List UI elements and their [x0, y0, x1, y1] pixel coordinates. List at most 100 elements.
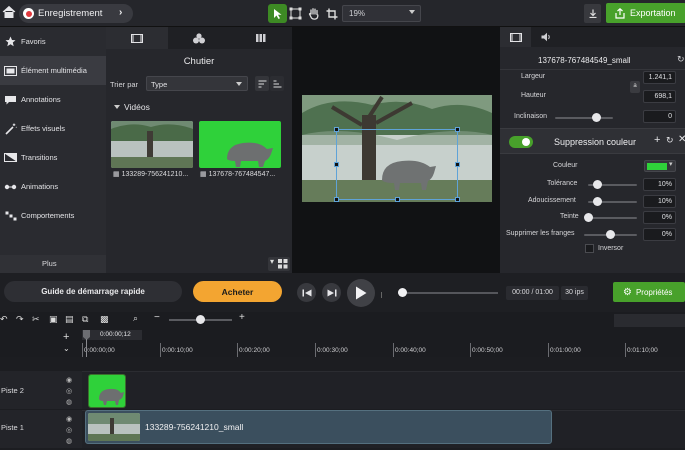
zoom-in-icon[interactable]: +	[239, 312, 245, 323]
chevron-down-icon[interactable]: ⌄	[63, 344, 70, 353]
buy-button[interactable]: Acheter	[193, 281, 282, 302]
sort-select[interactable]: Type	[146, 76, 248, 91]
ruler-tick-label: 0:00:00;00	[84, 347, 115, 354]
reset-icon[interactable]: ↻	[666, 135, 674, 146]
zoom-search-icon[interactable]: ⌕	[133, 313, 138, 324]
track-header-piste-2[interactable]: Piste 2 ◉ ◎ ◍	[0, 371, 82, 409]
play-button[interactable]	[347, 279, 375, 307]
mute-icon[interactable]: ◍	[66, 437, 72, 445]
view-toggle-button[interactable]: ▾	[268, 257, 290, 271]
sort-descending-button[interactable]	[270, 76, 284, 91]
scrub-knob[interactable]	[398, 288, 407, 297]
resize-handle[interactable]	[455, 162, 460, 167]
camera-icon[interactable]: ▩	[100, 314, 109, 325]
clip-thumbnail-rhino[interactable]	[199, 121, 281, 168]
height-field[interactable]: 698,1	[643, 90, 676, 103]
sidebar-item-annotations[interactable]: Annotations	[0, 85, 106, 114]
resize-handle[interactable]	[334, 127, 339, 132]
copy-icon[interactable]: ▣	[49, 314, 58, 325]
tilt-field[interactable]: 0	[643, 110, 676, 123]
aspect-lock-icon[interactable]: a	[630, 81, 640, 93]
crop-tool-button[interactable]	[322, 4, 341, 23]
color-picker[interactable]: ▾	[644, 160, 676, 172]
videos-section-label: Vidéos	[124, 102, 150, 112]
home-icon[interactable]	[2, 5, 16, 19]
track-header-piste-1[interactable]: Piste 1 ◉ ◎ ◍	[0, 410, 82, 448]
ruler-tick-label: 0:00:20;00	[239, 347, 270, 354]
tab-library[interactable]	[168, 27, 230, 49]
resize-handle[interactable]	[334, 197, 339, 202]
tab-visual-properties[interactable]	[500, 27, 531, 47]
tilt-slider-knob[interactable]	[592, 113, 601, 122]
select-tool-button[interactable]	[268, 4, 287, 23]
paste-icon[interactable]: ▤	[65, 314, 74, 325]
softness-label: Adoucissement	[528, 197, 576, 204]
resize-handle[interactable]	[455, 127, 460, 132]
lock-icon[interactable]: ◎	[66, 426, 72, 434]
pan-tool-button[interactable]	[304, 4, 323, 23]
sidebar-item-behaviors[interactable]: Comportements	[0, 201, 106, 230]
sidebar-item-favorites[interactable]: Favoris	[0, 27, 106, 56]
tab-audio-properties[interactable]	[531, 27, 562, 47]
effect-toggle[interactable]	[509, 136, 533, 148]
undo-icon[interactable]: ↶	[0, 314, 8, 325]
playhead-time-label: 0:00:00;12	[82, 330, 142, 340]
properties-button[interactable]: ⚙ Propriétés	[613, 282, 685, 302]
timeline-search[interactable]	[614, 314, 685, 327]
track-lane-piste-2[interactable]	[82, 371, 685, 409]
visibility-icon[interactable]: ◉	[66, 376, 72, 384]
recording-button[interactable]: Enregistrement ›	[19, 4, 133, 23]
clip-thumbnail-forest[interactable]	[111, 121, 193, 168]
step-back-button[interactable]	[297, 283, 316, 302]
add-icon[interactable]: +	[654, 134, 660, 146]
sidebar-item-visual-effects[interactable]: Effets visuels	[0, 114, 106, 143]
crop-select-tool-button[interactable]	[286, 4, 305, 23]
collapse-caret-icon[interactable]	[114, 105, 120, 109]
timeline-clip-forest[interactable]: 133289-756241210_small	[85, 410, 552, 444]
download-button[interactable]	[584, 4, 601, 23]
export-button[interactable]: Exportation	[606, 3, 685, 23]
hue-slider[interactable]	[588, 217, 637, 219]
step-forward-button[interactable]	[322, 283, 341, 302]
timeline-clip-rhino[interactable]	[88, 374, 126, 408]
defringe-slider-knob[interactable]	[606, 230, 615, 239]
resize-handle[interactable]	[395, 197, 400, 202]
timeline-ruler: 0:00:00;00 0:00:10;00 0:00:20;00 0:00:30;00…	[82, 329, 685, 357]
resize-handle[interactable]	[334, 162, 339, 167]
zoom-out-icon[interactable]: −	[154, 312, 160, 323]
quick-start-guide-button[interactable]: Guide de démarrage rapide	[4, 281, 182, 302]
sidebar-item-media[interactable]: Élément multimédia	[0, 56, 106, 85]
sidebar-item-transitions[interactable]: Transitions	[0, 143, 106, 172]
tab-books[interactable]	[230, 27, 292, 49]
tolerance-field[interactable]: 10%	[643, 178, 676, 191]
hue-slider-knob[interactable]	[584, 213, 593, 222]
tolerance-slider-knob[interactable]	[592, 180, 602, 189]
forest-image	[88, 413, 140, 441]
scrub-track[interactable]	[398, 292, 498, 294]
redo-icon[interactable]: ↷	[16, 314, 24, 325]
zoom-select[interactable]: 19%	[342, 5, 421, 22]
tab-media[interactable]	[106, 27, 168, 49]
film-icon: ▦	[200, 171, 207, 178]
split-icon[interactable]: ⧉	[82, 314, 88, 325]
softness-field[interactable]: 10%	[643, 195, 676, 208]
lock-icon[interactable]: ◎	[66, 387, 72, 395]
timeline-zoom-knob[interactable]	[196, 315, 205, 324]
softness-slider-knob[interactable]	[592, 197, 602, 206]
width-field[interactable]: 1.241,1	[643, 71, 676, 84]
close-icon[interactable]: ✕	[678, 134, 685, 145]
selection-box[interactable]	[334, 127, 460, 202]
cut-icon[interactable]: ✂	[32, 314, 40, 325]
add-track-icon[interactable]: +	[63, 331, 69, 343]
resize-handle[interactable]	[455, 197, 460, 202]
sidebar-item-animations[interactable]: Animations	[0, 172, 106, 201]
tilt-slider[interactable]	[555, 117, 613, 119]
defringe-field[interactable]: 0%	[643, 228, 676, 241]
mute-icon[interactable]: ◍	[66, 398, 72, 406]
visibility-icon[interactable]: ◉	[66, 415, 72, 423]
invert-checkbox[interactable]	[585, 244, 594, 253]
reset-icon[interactable]: ↻	[677, 54, 685, 65]
sort-ascending-button[interactable]	[255, 76, 269, 91]
width-label: Largeur	[521, 73, 546, 80]
hue-field[interactable]: 0%	[643, 211, 676, 224]
